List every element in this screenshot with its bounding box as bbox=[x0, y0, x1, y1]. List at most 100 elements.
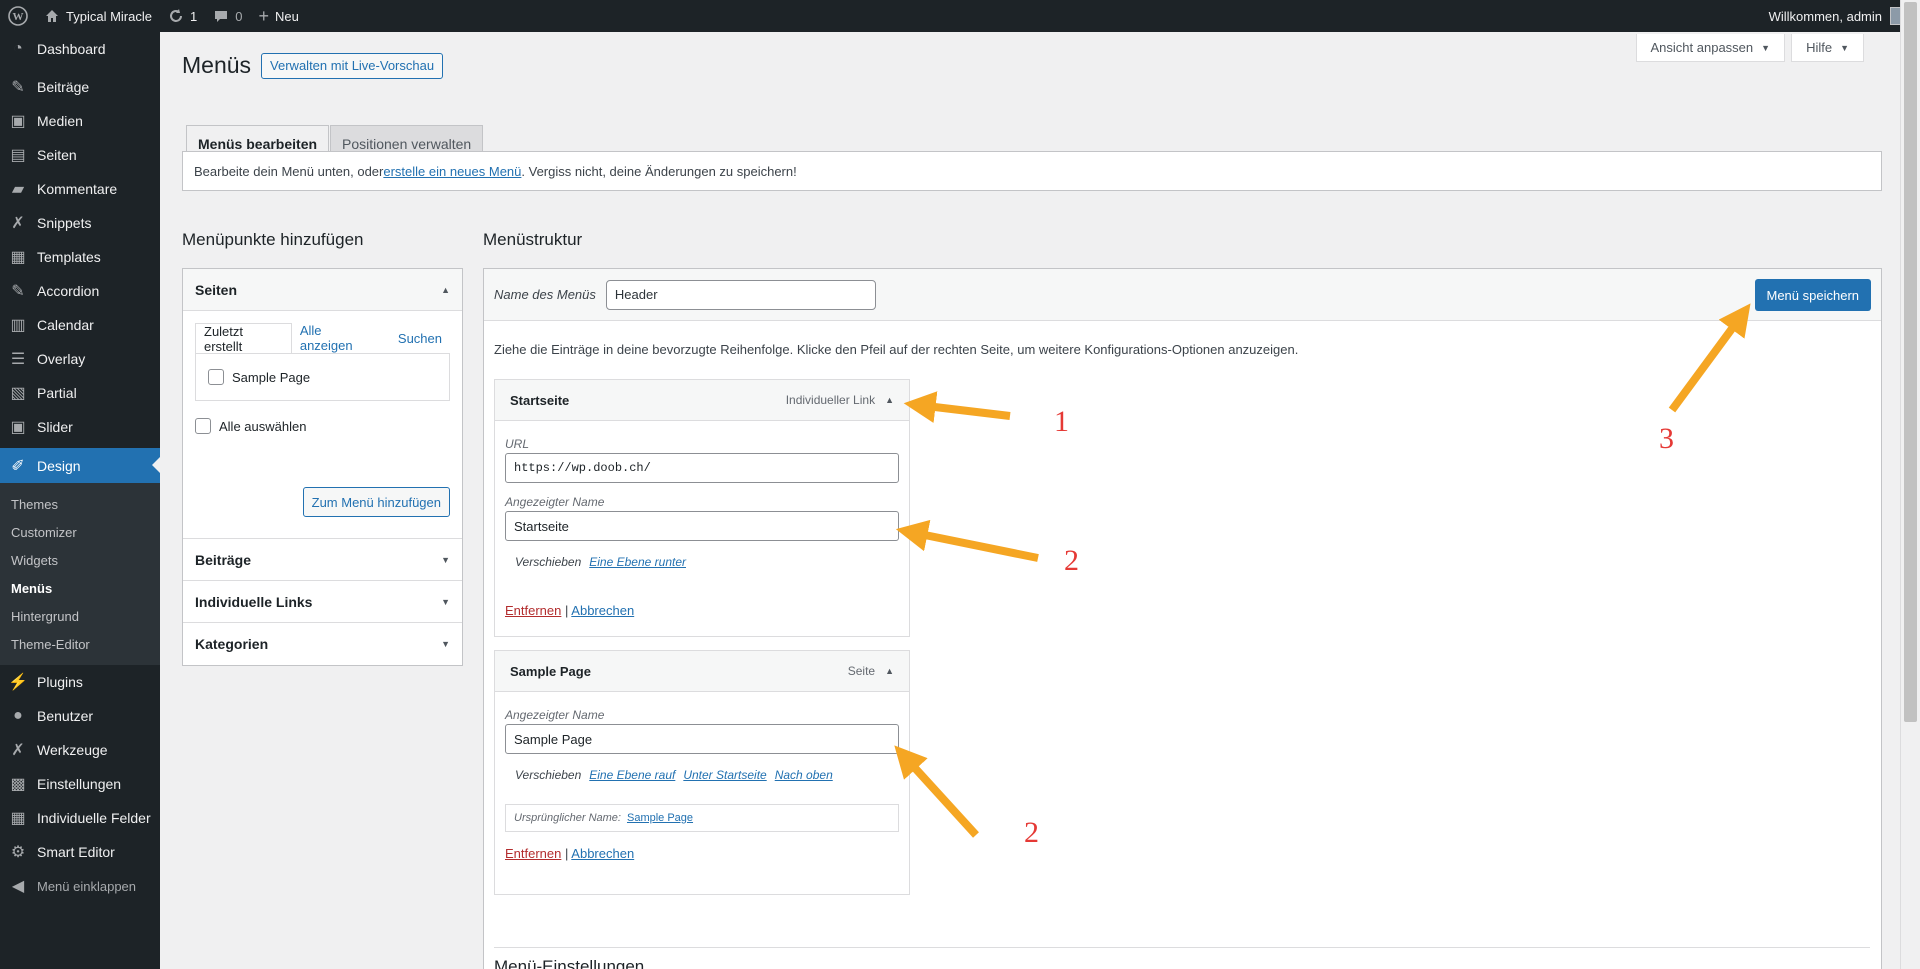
sidebar-item-partial[interactable]: ▧ Partial bbox=[0, 376, 160, 410]
caret-down-icon: ▼ bbox=[441, 639, 450, 649]
sidebar-item-snippets[interactable]: ✗ Snippets bbox=[0, 206, 160, 240]
dashboard-icon: ◔ bbox=[13, 40, 23, 57]
sidebar-item-dashboard[interactable]: ◔ Dashboard bbox=[0, 32, 160, 66]
table-icon: ▦ bbox=[10, 249, 26, 266]
menu-item-type: Individueller Link bbox=[785, 393, 876, 407]
sidebar-item-benutzer[interactable]: ● Benutzer bbox=[0, 699, 160, 733]
sidebar-item-label: Overlay bbox=[37, 351, 86, 367]
site-name: Typical Miracle bbox=[66, 8, 152, 24]
original-label: Ursprünglicher Name: bbox=[514, 812, 621, 824]
remove-link[interactable]: Entfernen bbox=[505, 846, 561, 861]
nav-label-input[interactable]: Startseite bbox=[505, 511, 899, 541]
menu-settings-title: Menü-Einstellungen bbox=[494, 957, 645, 969]
svg-text:W: W bbox=[13, 11, 24, 23]
plus-icon: + bbox=[258, 5, 269, 26]
submenu-item-themes[interactable]: Themes bbox=[0, 490, 160, 518]
add-to-menu-button[interactable]: Zum Menü hinzufügen bbox=[302, 487, 450, 517]
custom-links-accordion-header[interactable]: Individuelle Links ▼ bbox=[183, 581, 462, 623]
posts-accordion-header[interactable]: Beiträge ▼ bbox=[183, 539, 462, 581]
new-content-link[interactable]: + Neu bbox=[250, 0, 306, 32]
sidebar-item-label: Snippets bbox=[37, 215, 92, 231]
caret-up-icon: ▲ bbox=[441, 284, 450, 295]
submenu-item-customizer[interactable]: Customizer bbox=[0, 518, 160, 546]
save-menu-button[interactable]: Menü speichern bbox=[1754, 279, 1871, 311]
submenu-item-theme-editor[interactable]: Theme-Editor bbox=[0, 630, 160, 658]
plugin-icon: ⚡ bbox=[8, 674, 28, 691]
updates-link[interactable]: 1 bbox=[160, 0, 205, 32]
submenu-item-menüs[interactable]: Menüs bbox=[0, 574, 160, 602]
pages-accordion-header[interactable]: Seiten ▲ bbox=[183, 269, 462, 311]
tab-view-all[interactable]: Alle anzeigen bbox=[292, 323, 384, 353]
help-button[interactable]: Hilfe ▼ bbox=[1791, 34, 1864, 62]
annotation-number: 1 bbox=[1054, 405, 1069, 438]
comments-link[interactable]: 0 bbox=[205, 0, 250, 32]
menu-item-handle[interactable]: Startseite Individueller Link ▲ bbox=[495, 380, 909, 421]
instructions-text: Ziehe die Einträge in deine bevorzugte R… bbox=[494, 342, 1299, 357]
live-preview-button[interactable]: Verwalten mit Live-Vorschau bbox=[261, 52, 444, 79]
menu-name-bar: Name des Menüs Header Menü speichern bbox=[484, 269, 1881, 321]
sidebar-item-templates[interactable]: ▦ Templates bbox=[0, 240, 160, 274]
sidebar-item-design[interactable]: ✐ Design bbox=[0, 448, 160, 483]
move-under-link[interactable]: Unter Startseite bbox=[683, 768, 766, 782]
menu-name-input[interactable]: Header bbox=[605, 279, 876, 310]
page-checkbox[interactable] bbox=[208, 369, 224, 385]
scrollbar-thumb[interactable] bbox=[1904, 2, 1917, 722]
collapse-label: Menü einklappen bbox=[37, 878, 137, 894]
sidebar-item-calendar[interactable]: ▥ Calendar bbox=[0, 308, 160, 342]
sidebar-item-overlay[interactable]: ☰ Overlay bbox=[0, 342, 160, 376]
cancel-link[interactable]: Abbrechen bbox=[571, 603, 634, 618]
submenu-item-widgets[interactable]: Widgets bbox=[0, 546, 160, 574]
menu-item-handle[interactable]: Sample Page Seite ▲ bbox=[495, 651, 909, 692]
original-link[interactable]: Sample Page bbox=[627, 812, 693, 824]
sidebar-item-seiten[interactable]: ▤ Seiten bbox=[0, 138, 160, 172]
sidebar-item-label: Einstellungen bbox=[37, 776, 122, 792]
pin-icon: ✎ bbox=[11, 79, 25, 96]
notice-box: Bearbeite dein Menü unten, oder erstelle… bbox=[182, 151, 1882, 191]
user-icon: ● bbox=[13, 707, 23, 724]
tab-recent[interactable]: Zuletzt erstellt bbox=[195, 323, 292, 354]
notice-prefix: Bearbeite dein Menü unten, oder bbox=[194, 163, 384, 179]
screen-options-button[interactable]: Ansicht anpassen ▼ bbox=[1635, 34, 1786, 62]
url-label: URL bbox=[505, 437, 530, 451]
updates-count: 1 bbox=[189, 8, 198, 24]
brush-icon: ✐ bbox=[11, 457, 25, 475]
sidebar-item-einstellungen[interactable]: ▩ Einstellungen bbox=[0, 767, 160, 801]
welcome-text[interactable]: Willkommen, admin bbox=[1769, 9, 1882, 24]
site-name-link[interactable]: Typical Miracle bbox=[36, 0, 160, 32]
create-new-menu-link[interactable]: erstelle ein neues Menü bbox=[383, 164, 521, 179]
move-up-link[interactable]: Eine Ebene rauf bbox=[589, 768, 675, 782]
collapse-menu-button[interactable]: ◀ Menü einklappen bbox=[0, 869, 160, 903]
caret-up-icon[interactable]: ▲ bbox=[885, 395, 894, 405]
wordpress-logo-icon[interactable]: W bbox=[0, 0, 36, 32]
menu-structure-title: Menüstruktur bbox=[483, 230, 583, 249]
cancel-link[interactable]: Abbrechen bbox=[571, 846, 634, 861]
remove-link[interactable]: Entfernen bbox=[505, 603, 561, 618]
help-label: Hilfe bbox=[1806, 40, 1833, 55]
refresh-icon bbox=[169, 9, 182, 22]
page-scrollbar[interactable] bbox=[1900, 0, 1920, 969]
move-top-link[interactable]: Nach oben bbox=[775, 768, 833, 782]
nav-label-input[interactable]: Sample Page bbox=[505, 724, 899, 754]
separator: | bbox=[565, 603, 569, 618]
sidebar-item-smart-editor[interactable]: ⚙ Smart Editor bbox=[0, 835, 160, 869]
sidebar-item-individuelle-felder[interactable]: ▦ Individuelle Felder bbox=[0, 801, 160, 835]
add-items-panel: Seiten ▲ Zuletzt erstellt Alle anzeigen … bbox=[182, 268, 463, 666]
menu-structure-panel: Name des Menüs Header Menü speichern Zie… bbox=[483, 268, 1882, 969]
sidebar-item-slider[interactable]: ▣ Slider bbox=[0, 410, 160, 444]
sidebar-item-werkzeuge[interactable]: ✗ Werkzeuge bbox=[0, 733, 160, 767]
pages-panel: Zuletzt erstellt Alle anzeigen Suchen Sa… bbox=[183, 311, 462, 539]
categories-accordion-header[interactable]: Kategorien ▼ bbox=[183, 623, 462, 665]
tab-search[interactable]: Suchen bbox=[390, 323, 450, 353]
sidebar-item-beiträge[interactable]: ✎ Beiträge bbox=[0, 70, 160, 104]
sidebar-item-kommentare[interactable]: ▰ Kommentare bbox=[0, 172, 160, 206]
sidebar-item-accordion[interactable]: ✎ Accordion bbox=[0, 274, 160, 308]
select-all-checkbox[interactable] bbox=[195, 418, 211, 434]
sidebar-item-plugins[interactable]: ⚡ Plugins bbox=[0, 665, 160, 699]
submenu-item-hintergrund[interactable]: Hintergrund bbox=[0, 602, 160, 630]
sidebar-item-medien[interactable]: ▣ Medien bbox=[0, 104, 160, 138]
add-menu-items-title: Menüpunkte hinzufügen bbox=[182, 230, 364, 249]
caret-up-icon[interactable]: ▲ bbox=[885, 666, 894, 676]
move-down-link[interactable]: Eine Ebene runter bbox=[589, 555, 686, 569]
url-input[interactable]: https://wp.doob.ch/ bbox=[505, 453, 899, 483]
sidebar-item-label: Medien bbox=[37, 113, 83, 129]
